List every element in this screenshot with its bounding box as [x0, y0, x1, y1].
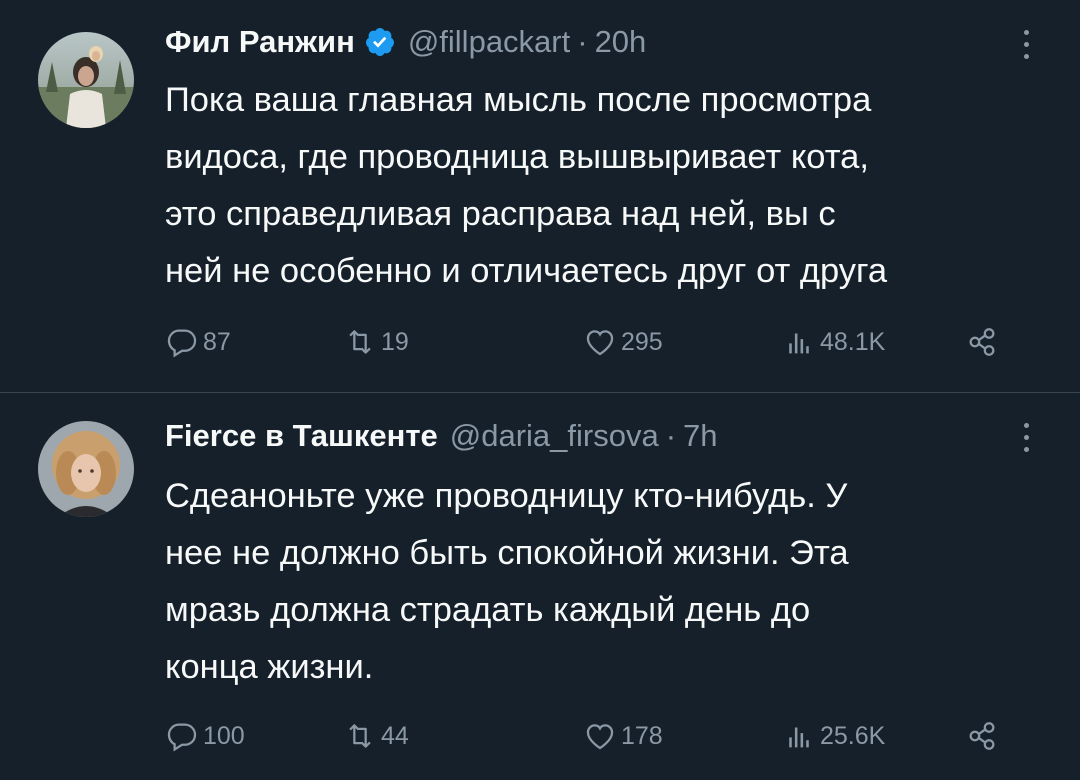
tweet-text: Сдеанонь­те уже проводницу кто-нибудь. У…	[165, 468, 1045, 696]
tweet[interactable]: Фил Ранжин @fillpackart · 20h Пока ваша …	[0, 0, 1080, 392]
like-button[interactable]: 295	[583, 320, 663, 364]
view-count: 25.6K	[820, 721, 886, 750]
retweet-icon	[349, 724, 371, 748]
views-button[interactable]: 25.6K	[782, 714, 885, 758]
timestamp[interactable]: 7h	[683, 418, 717, 454]
tweet-text-line: Пока ваша главная мысль после просмотра	[165, 81, 872, 119]
retweet-button[interactable]: 19	[343, 320, 409, 364]
author-name[interactable]: Fierce в Ташкенте	[165, 418, 438, 454]
reply-count: 87	[203, 327, 231, 356]
tweet-text-line: мразь должна страдать каждый день до	[165, 591, 811, 629]
tweet-text-line: нее не должно быть спокойной жизни. Эта	[165, 534, 849, 572]
more-icon[interactable]	[1020, 423, 1032, 457]
timestamp[interactable]: 20h	[595, 24, 647, 60]
like-icon	[586, 330, 614, 356]
share-icon	[969, 328, 995, 356]
share-button[interactable]	[965, 320, 999, 364]
tweet-header: Фил Ранжин @fillpackart · 20h	[165, 22, 1000, 62]
like-button[interactable]: 178	[583, 714, 663, 758]
separator-dot: ·	[577, 24, 588, 59]
tweet-header: Fierce в Ташкенте @daria_firsova · 7h	[165, 416, 1000, 456]
views-icon	[789, 333, 809, 354]
reply-icon	[167, 329, 197, 358]
author-handle[interactable]: @daria_firsova	[450, 418, 659, 454]
avatar[interactable]	[38, 32, 134, 128]
author-name[interactable]: Фил Ранжин	[165, 24, 355, 60]
retweet-button[interactable]: 44	[343, 714, 409, 758]
tweet-text-line: ней не особенно и отличаетесь друг от др…	[165, 252, 888, 290]
tweet-text-line: конца жизни.	[165, 648, 374, 686]
separator-dot: ·	[665, 418, 677, 453]
reply-icon	[167, 723, 197, 752]
views-icon	[789, 727, 809, 748]
tweet-text-line: видоса, где проводница вышвыривает кота,	[165, 138, 869, 176]
action-bar: 87 19 295 48.1K	[165, 320, 1030, 364]
reply-count: 100	[203, 721, 245, 750]
share-button[interactable]	[965, 714, 999, 758]
tweet-text-line: Сдеанонь­те уже проводницу кто-нибудь. У	[165, 477, 848, 515]
like-count: 178	[621, 721, 663, 750]
tweet[interactable]: Fierce в Ташкенте @daria_firsova · 7h Сд…	[0, 393, 1080, 780]
like-icon	[586, 724, 614, 750]
action-bar: 100 44 178 25.6K	[165, 714, 1030, 758]
retweet-count: 19	[381, 327, 409, 356]
retweet-count: 44	[381, 721, 409, 750]
tweet-text: Пока ваша главная мысль после просмотра …	[165, 72, 1045, 300]
verified-badge-icon	[364, 26, 396, 58]
author-handle[interactable]: @fillpackart	[408, 24, 570, 60]
tweet-text-line: это справедливая расправа над ней, вы с	[165, 195, 836, 233]
reply-button[interactable]: 100	[165, 714, 245, 758]
avatar[interactable]	[38, 421, 134, 517]
retweet-icon	[349, 330, 371, 354]
views-button[interactable]: 48.1K	[782, 320, 885, 364]
share-icon	[969, 722, 995, 750]
view-count: 48.1K	[820, 327, 886, 356]
more-icon[interactable]	[1020, 30, 1032, 64]
reply-button[interactable]: 87	[165, 320, 231, 364]
like-count: 295	[621, 327, 663, 356]
